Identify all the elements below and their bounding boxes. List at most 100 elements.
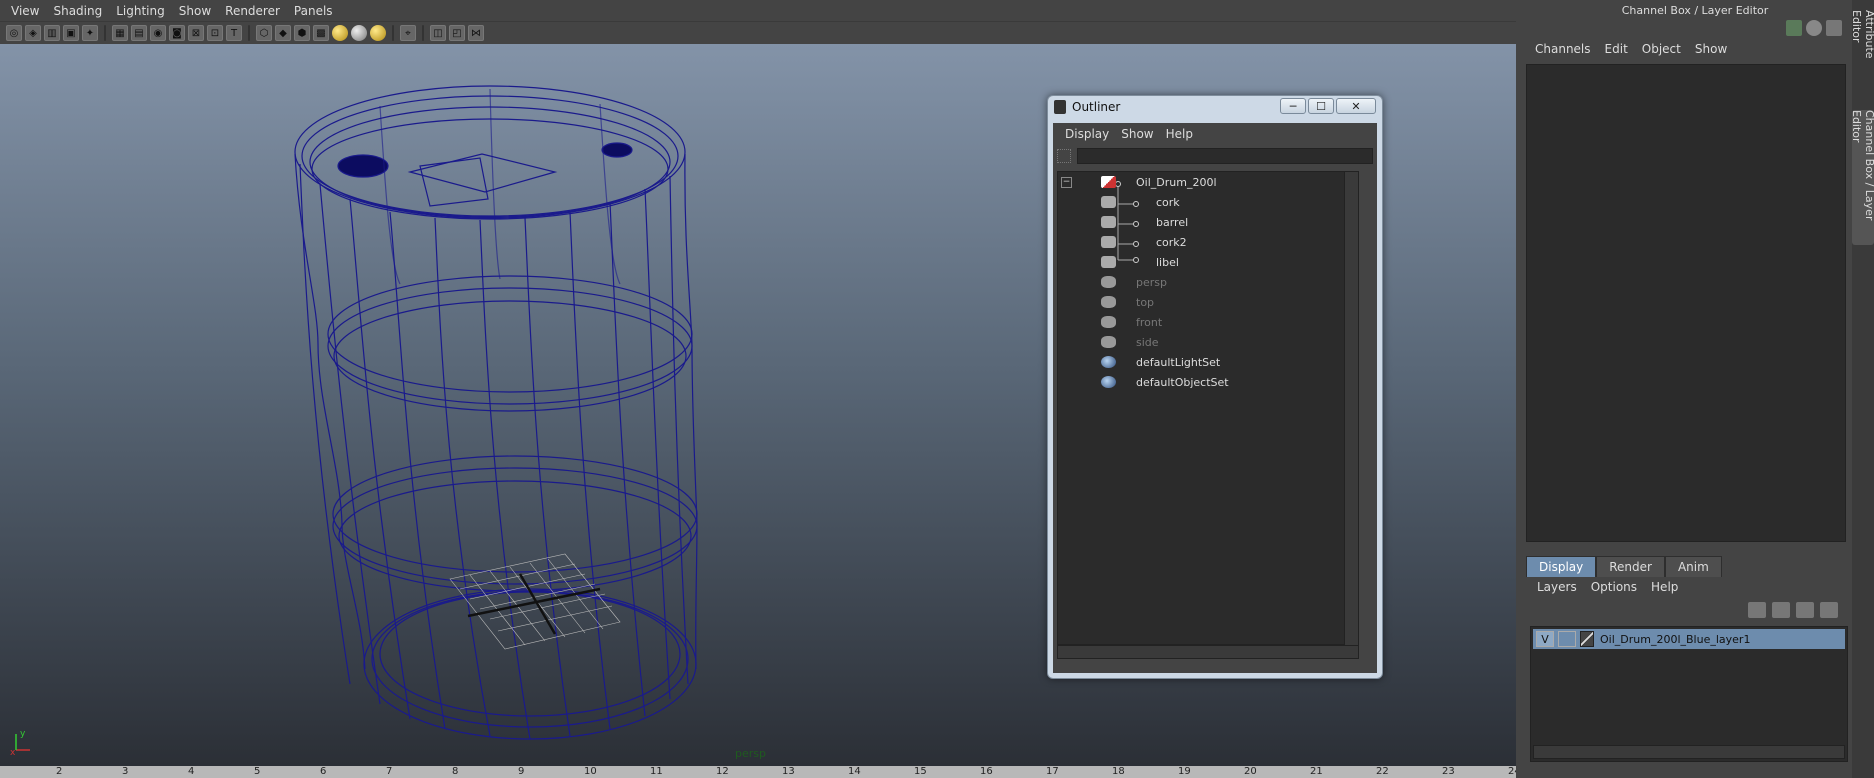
menu-show[interactable]: Show <box>172 4 218 18</box>
menu-view[interactable]: View <box>4 4 46 18</box>
outliner-tree[interactable]: − Oil_Drum_200l cork barrel cork2 libel … <box>1057 171 1359 646</box>
xray-joints-icon[interactable]: ◰ <box>449 25 465 41</box>
wireframe-on-shaded-icon[interactable]: ⬢ <box>294 25 310 41</box>
xray-icon[interactable]: ◫ <box>430 25 446 41</box>
menu-renderer[interactable]: Renderer <box>218 4 287 18</box>
menu-shading[interactable]: Shading <box>46 4 109 18</box>
isolate-select-icon[interactable]: ⌖ <box>400 25 416 41</box>
tree-item-front[interactable]: front <box>1101 312 1162 332</box>
viewport-toolbar: ◎ ◈ ▥ ▣ ✦ ▦ ▤ ◉ ◙ ⊠ ⊡ T ⬡ ◆ ⬢ ▩ ⌖ ◫ ◰ ⋈ <box>0 22 1516 44</box>
tree-item-libel[interactable]: libel <box>1101 252 1179 272</box>
layer-editor-tabs: Display Render Anim <box>1526 556 1722 577</box>
axis-x-label: x <box>10 748 16 756</box>
timeline-tick: 3 <box>122 766 129 777</box>
menu-panels[interactable]: Panels <box>287 4 340 18</box>
two-d-pan-icon[interactable]: ✦ <box>82 25 98 41</box>
options-menu[interactable]: Options <box>1584 580 1644 594</box>
tab-render[interactable]: Render <box>1596 556 1665 577</box>
minimize-button[interactable]: ─ <box>1280 98 1306 114</box>
outliner-horizontal-scrollbar[interactable] <box>1057 645 1359 659</box>
channels-menu[interactable]: Channels <box>1528 42 1598 56</box>
tool-settings-icon[interactable] <box>1826 20 1842 36</box>
use-all-lights-icon[interactable] <box>332 25 348 41</box>
collapse-toggle-icon[interactable]: − <box>1061 177 1072 188</box>
mesh-icon <box>1101 216 1116 228</box>
tab-anim[interactable]: Anim <box>1664 556 1722 577</box>
tab-attribute-editor[interactable]: Attribute Editor <box>1850 10 1874 90</box>
film-gate-icon[interactable]: ▤ <box>131 25 147 41</box>
outliner-filter-bar <box>1057 147 1373 165</box>
maximize-button[interactable]: ☐ <box>1308 98 1334 114</box>
wireframe-icon[interactable]: ⬡ <box>256 25 272 41</box>
timeline-tick: 12 <box>716 766 729 777</box>
field-chart-icon[interactable]: ⊠ <box>188 25 204 41</box>
tab-channel-box-layer-editor[interactable]: Channel Box / Layer Editor <box>1850 110 1874 245</box>
outliner-vertical-scrollbar[interactable] <box>1344 172 1358 646</box>
channel-box-panel: Channel Box / Layer Editor Channels Edit… <box>1516 0 1874 778</box>
xray-components-icon[interactable]: ⋈ <box>468 25 484 41</box>
help-menu[interactable]: Help <box>1644 580 1685 594</box>
move-layer-up-icon[interactable] <box>1748 602 1766 618</box>
gate-mask-icon[interactable]: ◙ <box>169 25 185 41</box>
object-menu[interactable]: Object <box>1635 42 1688 56</box>
outliner-search-input[interactable] <box>1077 148 1373 164</box>
new-layer-icon[interactable] <box>1796 602 1814 618</box>
safe-action-icon[interactable]: ⊡ <box>207 25 223 41</box>
smooth-shade-icon[interactable]: ◆ <box>275 25 291 41</box>
tree-item-label: side <box>1136 335 1159 349</box>
shadows-icon[interactable] <box>351 25 367 41</box>
close-button[interactable]: ✕ <box>1336 98 1376 114</box>
channel-box-menubar: Channels Edit Object Show <box>1528 42 1734 56</box>
tree-item-default-object-set[interactable]: defaultObjectSet <box>1101 372 1229 392</box>
lighting-icon[interactable] <box>370 25 386 41</box>
tree-item-oil-drum[interactable]: Oil_Drum_200l <box>1101 172 1217 192</box>
layer-color-swatch[interactable] <box>1580 631 1594 647</box>
layer-horizontal-scrollbar[interactable] <box>1533 745 1845 759</box>
tree-item-side[interactable]: side <box>1101 332 1159 352</box>
tree-item-label: defaultLightSet <box>1136 355 1221 369</box>
tree-item-persp[interactable]: persp <box>1101 272 1167 292</box>
move-layer-down-icon[interactable] <box>1772 602 1790 618</box>
grid-icon[interactable]: ▦ <box>112 25 128 41</box>
show-menu[interactable]: Show <box>1688 42 1734 56</box>
tree-item-cork[interactable]: cork <box>1101 192 1180 212</box>
outliner-menu-help[interactable]: Help <box>1160 127 1199 141</box>
select-camera-icon[interactable]: ◎ <box>6 25 22 41</box>
tab-display[interactable]: Display <box>1526 556 1597 577</box>
attribute-icon[interactable] <box>1806 20 1822 36</box>
timeline-tick: 21 <box>1310 766 1323 777</box>
tree-item-default-light-set[interactable]: defaultLightSet <box>1101 352 1220 372</box>
camera-attributes-icon[interactable]: ◈ <box>25 25 41 41</box>
image-plane-icon[interactable]: ▣ <box>63 25 79 41</box>
outliner-title: Outliner <box>1072 100 1121 114</box>
tree-item-top[interactable]: top <box>1101 292 1154 312</box>
outliner-window[interactable]: Outliner ─ ☐ ✕ Display Show Help − Oil_D… <box>1047 95 1383 679</box>
timeline-tick: 5 <box>254 766 261 777</box>
outliner-menu-display[interactable]: Display <box>1059 127 1115 141</box>
layer-display-type-toggle[interactable] <box>1558 631 1576 647</box>
safe-title-icon[interactable]: T <box>226 25 242 41</box>
edit-menu[interactable]: Edit <box>1598 42 1635 56</box>
tree-item-label: persp <box>1136 275 1167 289</box>
tree-item-cork2[interactable]: cork2 <box>1101 232 1187 252</box>
layers-menu[interactable]: Layers <box>1530 580 1584 594</box>
filter-icon[interactable] <box>1057 149 1071 163</box>
timeline-tick: 11 <box>650 766 663 777</box>
tree-item-label: top <box>1136 295 1155 309</box>
tree-item-barrel[interactable]: barrel <box>1101 212 1188 232</box>
layer-list[interactable]: V Oil_Drum_200l_Blue_layer1 <box>1530 626 1848 762</box>
bookmarks-icon[interactable]: ▥ <box>44 25 60 41</box>
layer-visibility-toggle[interactable]: V <box>1536 631 1554 647</box>
channels-icon[interactable] <box>1786 20 1802 36</box>
new-layer-from-selected-icon[interactable] <box>1820 602 1838 618</box>
time-slider[interactable]: 2 3 4 5 6 7 8 9 10 11 12 13 14 15 16 17 18 19 20 21 22 23 24 <box>0 766 1521 778</box>
timeline-tick: 17 <box>1046 766 1059 777</box>
menu-lighting[interactable]: Lighting <box>109 4 172 18</box>
channel-box-content[interactable] <box>1526 64 1846 542</box>
outliner-menu-show[interactable]: Show <box>1115 127 1159 141</box>
resolution-gate-icon[interactable]: ◉ <box>150 25 166 41</box>
textured-icon[interactable]: ▩ <box>313 25 329 41</box>
layer-name: Oil_Drum_200l_Blue_layer1 <box>1600 632 1751 646</box>
outliner-app-icon <box>1054 100 1066 114</box>
layer-row[interactable]: V Oil_Drum_200l_Blue_layer1 <box>1533 629 1845 649</box>
